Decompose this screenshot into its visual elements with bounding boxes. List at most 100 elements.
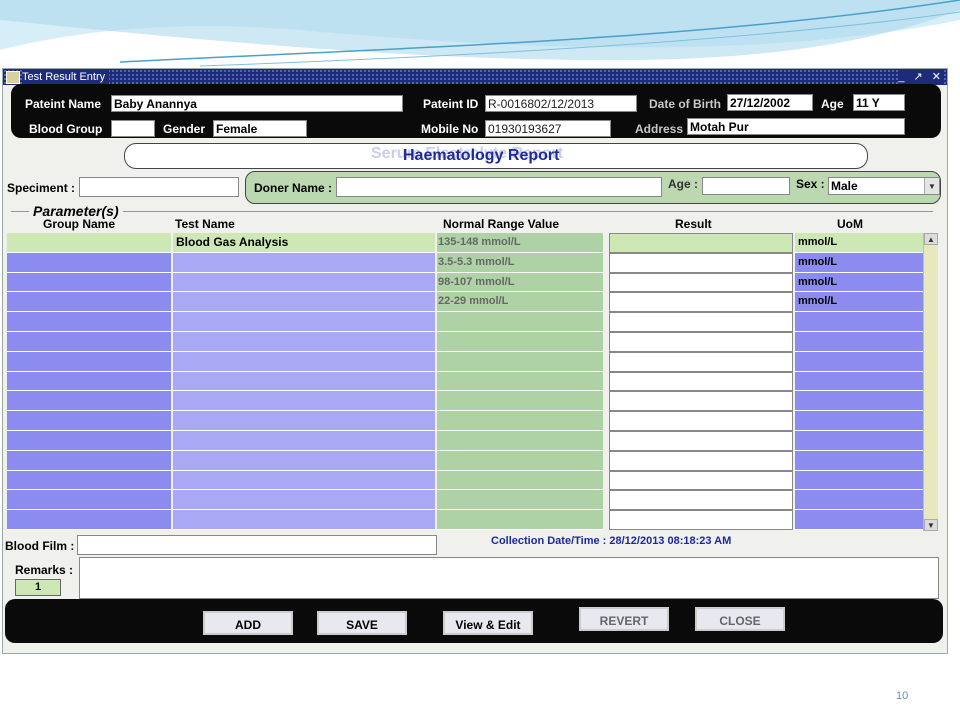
parameters-grid: Blood Gas Analysis 135-148 mmol/L mmol/L 3.… [7, 233, 925, 531]
normal-range-cell: 22-29 mmol/L [437, 292, 603, 313]
group-name-cell[interactable] [7, 332, 171, 352]
view-edit-button[interactable]: View & Edit [443, 611, 533, 635]
test-name-cell[interactable] [173, 292, 435, 313]
group-name-cell[interactable] [7, 450, 171, 471]
group-name-cell[interactable] [7, 233, 171, 253]
action-bar: ADD SAVE View & Edit REVERT CLOSE [5, 599, 943, 643]
result-input[interactable] [609, 252, 793, 273]
result-input[interactable] [609, 292, 793, 313]
test-name-cell[interactable] [173, 272, 435, 293]
group-name-cell[interactable] [7, 490, 171, 511]
table-row [7, 332, 925, 352]
address-field[interactable]: Motah Pur [687, 118, 905, 135]
dob-field[interactable]: 27/12/2002 [727, 94, 813, 111]
result-input[interactable] [609, 233, 793, 253]
group-name-cell[interactable] [7, 252, 171, 273]
gender-field[interactable]: Female [213, 120, 307, 137]
test-name-cell[interactable] [173, 252, 435, 273]
doner-age-field[interactable] [702, 177, 790, 195]
window-controls[interactable]: _ ↗ ✕ [898, 69, 944, 85]
table-row [7, 312, 925, 332]
specimen-field[interactable] [79, 177, 239, 197]
result-input[interactable] [609, 470, 793, 491]
window-title-bar[interactable]: Test Result Entry _ ↗ ✕ [3, 69, 947, 85]
group-name-cell[interactable] [7, 312, 171, 332]
result-input[interactable] [609, 391, 793, 412]
test-name-cell[interactable] [173, 470, 435, 491]
test-name-cell[interactable]: Blood Gas Analysis [173, 233, 435, 253]
group-name-cell[interactable] [7, 351, 171, 372]
uom-cell [795, 411, 923, 431]
app-icon [6, 71, 20, 84]
test-name-cell[interactable] [173, 351, 435, 372]
save-button[interactable]: SAVE [317, 611, 407, 635]
result-input[interactable] [609, 332, 793, 352]
record-counter: 1 [15, 579, 61, 596]
result-input[interactable] [609, 371, 793, 392]
test-name-cell[interactable] [173, 490, 435, 511]
group-name-cell[interactable] [7, 431, 171, 451]
age-field[interactable]: 11 Y [853, 94, 905, 111]
scroll-down-icon[interactable]: ▼ [924, 519, 938, 531]
result-input[interactable] [609, 490, 793, 511]
test-name-cell[interactable] [173, 371, 435, 392]
uom-cell [795, 391, 923, 412]
test-name-cell[interactable] [173, 411, 435, 431]
test-result-entry-window: Test Result Entry _ ↗ ✕ Pateint Name Bab… [2, 68, 948, 654]
group-name-cell[interactable] [7, 391, 171, 412]
add-button[interactable]: ADD [203, 611, 293, 635]
uom-cell [795, 490, 923, 511]
gender-label: Gender [163, 122, 206, 136]
uom-cell [795, 470, 923, 491]
table-row: 3.5-5.3 mmol/L mmol/L [7, 252, 925, 273]
window-title: Test Result Entry [22, 69, 110, 85]
uom-cell: mmol/L [795, 292, 923, 313]
result-input[interactable] [609, 411, 793, 431]
grid-scrollbar[interactable]: ▲ ▼ [923, 233, 938, 531]
doner-sex-select[interactable]: Male ▼ [828, 177, 940, 195]
scroll-up-icon[interactable]: ▲ [924, 233, 938, 245]
blood-film-field[interactable] [77, 535, 437, 555]
patient-id-field[interactable]: R-0016802/12/2013 [485, 95, 637, 112]
uom-cell [795, 371, 923, 392]
test-name-cell[interactable] [173, 332, 435, 352]
parameters-divider [11, 211, 933, 212]
group-name-cell[interactable] [7, 272, 171, 293]
doner-name-field[interactable] [336, 177, 662, 197]
result-input[interactable] [609, 450, 793, 471]
collection-datetime: Collection Date/Time : 28/12/2013 08:18:… [491, 535, 732, 547]
normal-range-cell [437, 391, 603, 412]
result-input[interactable] [609, 312, 793, 332]
table-row [7, 431, 925, 451]
mobile-field[interactable]: 01930193627 [485, 120, 611, 137]
group-name-cell[interactable] [7, 292, 171, 313]
test-name-cell[interactable] [173, 312, 435, 332]
test-name-cell[interactable] [173, 450, 435, 471]
test-name-cell[interactable] [173, 431, 435, 451]
normal-range-cell [437, 510, 603, 530]
group-name-cell[interactable] [7, 371, 171, 392]
result-input[interactable] [609, 431, 793, 451]
table-row [7, 411, 925, 431]
result-input[interactable] [609, 510, 793, 530]
close-button[interactable]: CLOSE [695, 607, 785, 631]
group-name-cell[interactable] [7, 411, 171, 431]
group-name-cell[interactable] [7, 510, 171, 530]
chevron-down-icon[interactable]: ▼ [924, 178, 939, 194]
patient-name-field[interactable]: Baby Anannya [111, 95, 403, 112]
uom-cell: mmol/L [795, 272, 923, 293]
group-name-cell[interactable] [7, 470, 171, 491]
remarks-field[interactable] [79, 557, 939, 599]
test-name-cell[interactable] [173, 391, 435, 412]
doner-panel: Doner Name : Age : Sex : Male ▼ [245, 171, 941, 204]
uom-cell [795, 332, 923, 352]
doner-sex-label: Sex : [796, 177, 825, 191]
normal-range-cell: 3.5-5.3 mmol/L [437, 252, 603, 273]
col-uom: UoM [837, 217, 863, 231]
result-input[interactable] [609, 272, 793, 293]
test-name-cell[interactable] [173, 510, 435, 530]
result-input[interactable] [609, 351, 793, 372]
blood-group-field[interactable] [111, 120, 155, 137]
dob-label: Date of Birth [649, 97, 721, 111]
revert-button[interactable]: REVERT [579, 607, 669, 631]
